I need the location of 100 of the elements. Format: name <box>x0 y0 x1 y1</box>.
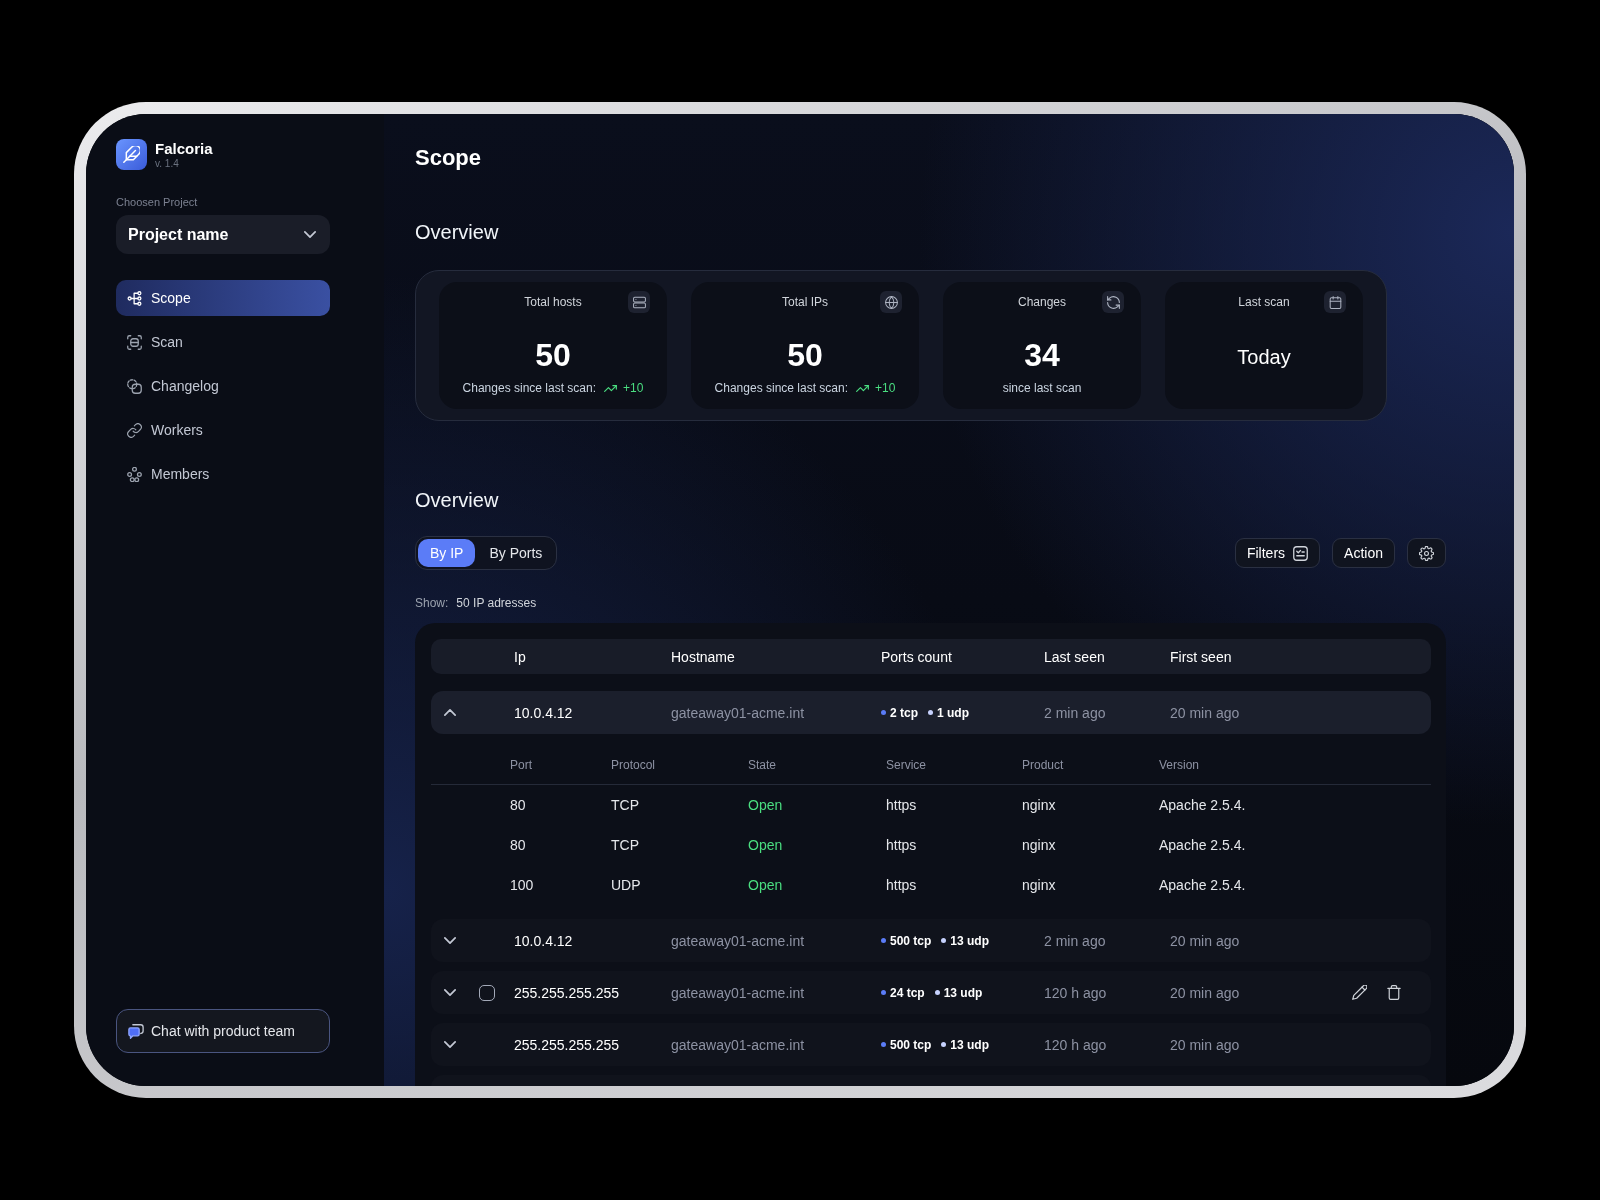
column-header: Last seen <box>1044 648 1105 665</box>
chevron-up-icon[interactable] <box>444 709 456 716</box>
column-header: Port <box>510 758 532 772</box>
stat-title: Total IPs <box>782 294 828 310</box>
table-cell: Open <box>748 837 783 853</box>
view-tab[interactable]: By IP <box>418 539 476 567</box>
action-button[interactable]: Action <box>1332 538 1395 568</box>
feather-logo-icon <box>116 139 147 170</box>
table-cell: nginx <box>1022 797 1056 813</box>
table-cell: 80 <box>510 797 526 813</box>
column-header: Ports count <box>881 648 952 665</box>
nav-item[interactable]: Workers <box>116 412 330 448</box>
chevron-down-icon[interactable] <box>444 1041 456 1048</box>
table-cell: https <box>886 797 917 813</box>
table-cell: gateaway01-acme.int <box>671 704 805 721</box>
table-cell: nginx <box>1022 837 1056 853</box>
chat-bubbles-icon <box>128 1023 144 1039</box>
show-label: Show: <box>415 595 449 611</box>
calendar-icon <box>1324 291 1346 313</box>
table-cell: 10.0.4.12 <box>514 932 573 949</box>
table-row[interactable]: 255.255.255.255 gateaway01-acme.int 500 tcp 13 udp 120 h ago 20 min ago <box>431 1023 1431 1066</box>
stat-delta: +10 <box>875 380 896 396</box>
table-row[interactable]: 10.0.4.12 gateaway01-acme.int 2 tcp 1 udp 2 min ago 20 min ago <box>431 691 1431 734</box>
port-count: 13 udp <box>950 1036 990 1053</box>
table-row[interactable]: 10.0.4.12 gateaway01-acme.int 500 tcp 13 udp 2 min ago 20 min ago <box>431 919 1431 962</box>
settings-icon <box>1419 545 1434 561</box>
table-cell: TCP <box>611 837 639 853</box>
chat-button[interactable]: Chat with product team <box>116 1009 330 1053</box>
table-cell: 120 h ago <box>1044 984 1107 1001</box>
filters-button[interactable]: Filters <box>1234 538 1321 568</box>
column-header: Ip <box>514 648 526 665</box>
port-count: 1 udp <box>937 704 969 721</box>
port-count: 24 tcp <box>890 984 925 1001</box>
table-cell: 2 min ago <box>1044 704 1106 721</box>
stat-title: Total hosts <box>524 294 582 310</box>
nav-item[interactable]: Members <box>116 456 330 492</box>
table-cell: Open <box>748 877 783 893</box>
column-header: Service <box>886 758 926 772</box>
pencil-icon[interactable] <box>1352 985 1367 1000</box>
project-dropdown[interactable]: Project name <box>116 215 330 254</box>
link-icon <box>127 422 142 438</box>
app-version: v. 1.4 <box>155 157 179 170</box>
port-count: 500 tcp <box>890 1036 932 1053</box>
trash-icon[interactable] <box>1387 985 1401 1000</box>
stat-title: Changes <box>1017 294 1066 310</box>
table-cell: 20 min ago <box>1170 1036 1240 1053</box>
stat-caption: since last scan <box>1002 380 1082 396</box>
port-count: 500 tcp <box>890 932 932 949</box>
table-cell: Apache 2.5.4. <box>1159 797 1246 813</box>
checklist-icon <box>1293 545 1309 561</box>
table-cell: https <box>886 837 917 853</box>
section-title: Overview <box>415 488 499 513</box>
column-header: Protocol <box>611 758 656 772</box>
table-cell: https <box>886 877 917 893</box>
chevron-down-icon[interactable] <box>444 989 456 996</box>
port-count: 13 udp <box>950 932 990 949</box>
hierarchy-icon <box>127 290 142 306</box>
chevron-down-icon <box>304 231 316 238</box>
nav-item[interactable]: Scan <box>116 324 330 360</box>
stat-caption: Changes since last scan: <box>714 380 848 396</box>
table-row[interactable]: 255.255.255.255 gateaway01-acme.int 24 tcp 13 udp 120 h ago 20 min ago <box>431 971 1431 1014</box>
chevron-down-icon[interactable] <box>444 937 456 944</box>
stat-value: 34 <box>1024 336 1060 375</box>
nav-item[interactable]: Changelog <box>116 368 330 404</box>
port-count: 2 tcp <box>890 704 918 721</box>
table-cell: 20 min ago <box>1170 984 1240 1001</box>
column-header: Product <box>1022 758 1064 772</box>
table-cell: 10.0.4.12 <box>514 704 573 721</box>
settings-button[interactable] <box>1407 538 1446 568</box>
table-cell: gateaway01-acme.int <box>671 1036 805 1053</box>
table-cell: 100 <box>510 877 534 893</box>
table-cell: 255.255.255.255 <box>514 984 620 1001</box>
table-cell: 20 min ago <box>1170 932 1240 949</box>
globe-icon <box>880 291 902 313</box>
view-tab[interactable]: By Ports <box>477 539 555 567</box>
stat-value: Today <box>1237 345 1291 370</box>
nav-item[interactable]: Scope <box>116 280 330 316</box>
table-cell: Open <box>748 797 783 813</box>
column-header: State <box>748 758 777 772</box>
table-cell: 20 min ago <box>1170 704 1240 721</box>
section-title: Overview <box>415 220 499 245</box>
column-header: Hostname <box>671 648 735 665</box>
overlapping-shapes-icon <box>127 378 142 394</box>
scan-icon <box>127 334 142 350</box>
stat-value: 50 <box>787 336 823 375</box>
table-cell: Apache 2.5.4. <box>1159 837 1246 853</box>
stat-value: 50 <box>535 336 571 375</box>
row-checkbox[interactable] <box>479 984 495 1001</box>
table-cell: gateaway01-acme.int <box>671 984 805 1001</box>
port-count: 13 udp <box>943 984 983 1001</box>
stat-delta: +10 <box>623 380 644 396</box>
table-cell: 2 min ago <box>1044 932 1106 949</box>
table-cell: nginx <box>1022 877 1056 893</box>
table-cell: TCP <box>611 797 639 813</box>
page-title: Scope <box>415 144 482 172</box>
column-header: Version <box>1159 758 1200 772</box>
app-name: Falcoria <box>155 139 213 158</box>
table-cell: Apache 2.5.4. <box>1159 877 1246 893</box>
table-cell: 80 <box>510 837 526 853</box>
table-cell: UDP <box>611 877 641 893</box>
